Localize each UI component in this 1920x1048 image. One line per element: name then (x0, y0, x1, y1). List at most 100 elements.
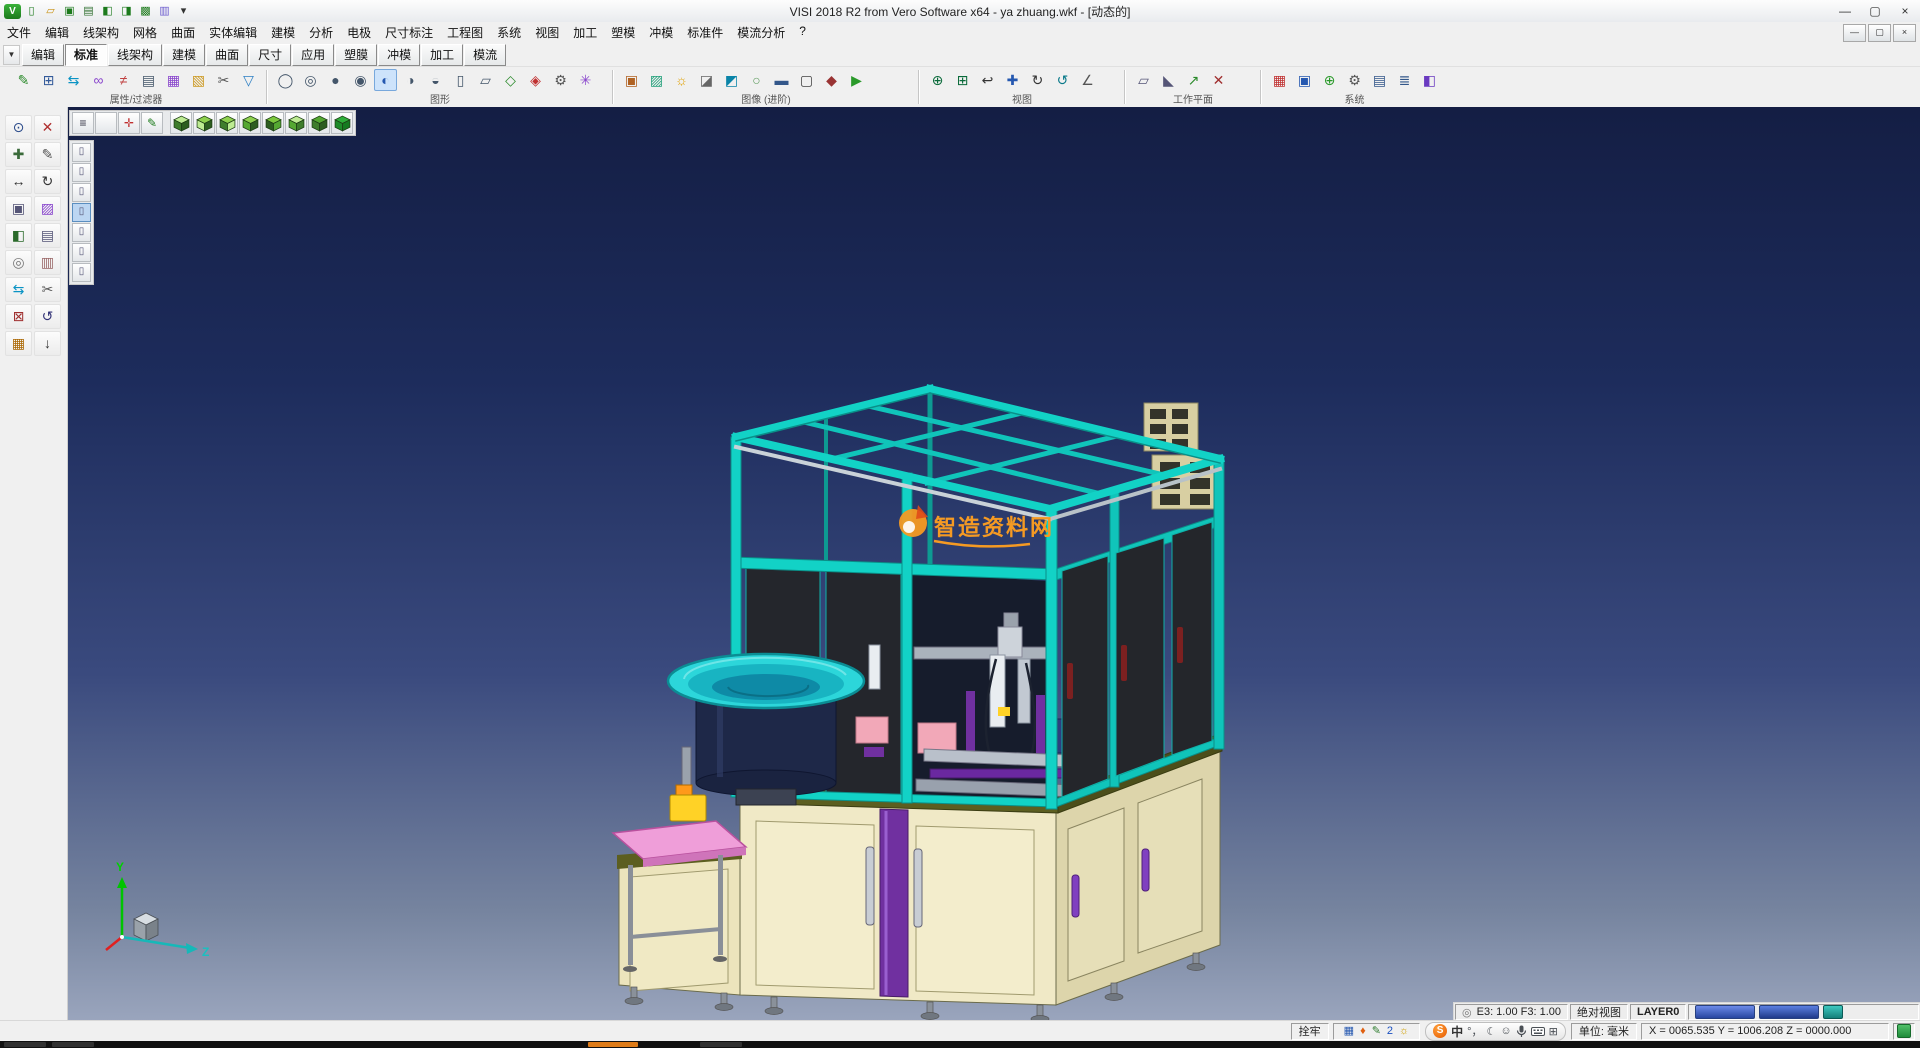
system-colors-icon[interactable]: ▦ (1268, 69, 1291, 91)
workplane-align-icon[interactable]: ◣ (1157, 69, 1180, 91)
menu-视图[interactable]: 视图 (528, 22, 566, 43)
keyboard-icon[interactable] (1531, 1026, 1545, 1037)
trim-attributes-icon[interactable]: ✂ (212, 69, 235, 91)
doc-strip-button-3[interactable]: ▯ (72, 183, 91, 202)
quick-access-dropdown-icon[interactable]: ▾ (175, 4, 192, 19)
export-icon[interactable]: ↓ (34, 331, 61, 356)
open-folder-icon[interactable]: ▱ (42, 4, 59, 19)
system-memory-icon[interactable]: ◧ (1418, 69, 1441, 91)
texture-mode-icon[interactable]: ▱ (474, 69, 497, 91)
mic-icon[interactable] (1516, 1025, 1527, 1038)
maximize-button[interactable]: ▢ (1860, 1, 1890, 22)
menu-电极[interactable]: 电极 (340, 22, 378, 43)
menu-曲面[interactable]: 曲面 (164, 22, 202, 43)
help-book-icon[interactable]: ▥ (156, 4, 173, 19)
plugin-icon[interactable] (1897, 1024, 1911, 1038)
view-menu-icon[interactable]: ≡ (72, 112, 94, 134)
view-cube-front-icon[interactable] (193, 112, 215, 134)
menu-工程图[interactable]: 工程图 (440, 22, 490, 43)
hidden-line-mode-icon[interactable]: ◎ (299, 69, 322, 91)
perspective-mode-icon[interactable]: ◇ (499, 69, 522, 91)
link-attributes-icon[interactable]: ∞ (87, 69, 110, 91)
visi-logo[interactable]: V (4, 4, 21, 19)
sheet-icon[interactable]: ▤ (34, 223, 61, 248)
animation-icon[interactable]: ▶ (845, 69, 868, 91)
render-model-icon[interactable]: ◨ (118, 4, 135, 19)
taskbar-item-active[interactable] (588, 1042, 638, 1047)
mdi-close-button[interactable]: × (1893, 24, 1916, 42)
tab-应用[interactable]: 应用 (292, 44, 334, 66)
moon-icon[interactable]: ☾ (1487, 1025, 1497, 1038)
ghost-mode-icon[interactable]: ◑ (399, 69, 422, 91)
attribute-table-icon[interactable]: ▤ (137, 69, 160, 91)
mdi-minimize-button[interactable]: — (1843, 24, 1866, 42)
cylinder-icon[interactable]: ◎ (5, 250, 32, 275)
view-cube-top-icon[interactable] (170, 112, 192, 134)
zoom-window-icon[interactable]: ⊞ (951, 69, 974, 91)
texture-icon[interactable]: ▦ (5, 331, 32, 356)
unlink-attributes-icon[interactable]: ≠ (112, 69, 135, 91)
background-icon[interactable]: ▬ (770, 69, 793, 91)
tab-线架构[interactable]: 线架构 (108, 44, 162, 66)
draft-mode-icon[interactable]: ▯ (449, 69, 472, 91)
new-file-icon[interactable]: ▯ (23, 4, 40, 19)
sketch-icon[interactable]: ✎ (34, 142, 61, 167)
emoji-icon[interactable]: ☺ (1500, 1025, 1511, 1037)
erase-icon[interactable]: ⊠ (5, 304, 32, 329)
view-cube-iso1-icon[interactable] (285, 112, 307, 134)
close-button[interactable]: × (1890, 1, 1920, 22)
system-list-icon[interactable]: ≣ (1393, 69, 1416, 91)
hint-icon[interactable]: ☼ (1399, 1024, 1409, 1039)
doc-strip-button-4[interactable]: ▯ (72, 203, 91, 222)
menu-文件[interactable]: 文件 (0, 22, 38, 43)
save-icon[interactable]: ▣ (61, 4, 78, 19)
blank-view-icon[interactable] (95, 112, 117, 134)
flame-icon[interactable]: ♦ (1360, 1024, 1366, 1039)
camera-icon[interactable]: ▢ (795, 69, 818, 91)
tabbar-dropdown-icon[interactable]: ▼ (3, 45, 20, 65)
shadow-icon[interactable]: ◪ (695, 69, 718, 91)
zoom-extents-icon[interactable]: ⊕ (926, 69, 949, 91)
refresh-view-icon[interactable]: ↺ (1051, 69, 1074, 91)
menu-编辑[interactable]: 编辑 (38, 22, 76, 43)
workplane-new-icon[interactable]: ▱ (1132, 69, 1155, 91)
minimize-button[interactable]: — (1830, 1, 1860, 22)
materials-icon[interactable]: ▩ (137, 4, 154, 19)
layer-color-chip[interactable] (1823, 1005, 1843, 1019)
taskbar-item[interactable] (4, 1042, 46, 1047)
workplane-icon[interactable]: ▣ (5, 196, 32, 221)
system-web-icon[interactable]: ⊕ (1318, 69, 1341, 91)
system-settings-icon[interactable]: ⚙ (1343, 69, 1366, 91)
undo-icon[interactable]: ↺ (34, 304, 61, 329)
layer-indicator[interactable]: LAYER0 (1630, 1004, 1686, 1020)
highlight-color-bar[interactable] (1759, 1005, 1819, 1019)
environment-icon[interactable]: ○ (745, 69, 768, 91)
filter-icon[interactable]: ▽ (237, 69, 260, 91)
menu-建模[interactable]: 建模 (264, 22, 302, 43)
tab-编辑[interactable]: 编辑 (22, 44, 64, 66)
menu-?[interactable]: ? (792, 22, 813, 43)
tab-加工[interactable]: 加工 (421, 44, 463, 66)
solid-icon[interactable]: ◧ (5, 223, 32, 248)
shaded-view-icon[interactable] (331, 112, 353, 134)
menu-塑模[interactable]: 塑模 (604, 22, 642, 43)
reflection-icon[interactable]: ◩ (720, 69, 743, 91)
menu-标准件[interactable]: 标准件 (680, 22, 730, 43)
rotate-icon[interactable]: ↻ (34, 169, 61, 194)
select-view-icon[interactable]: ✎ (141, 112, 163, 134)
trim-icon[interactable]: ✂ (34, 277, 61, 302)
view-cube-back-icon[interactable] (262, 112, 284, 134)
render-quality-icon[interactable]: ✳ (574, 69, 597, 91)
doc-strip-button-5[interactable]: ▯ (72, 223, 91, 242)
taskbar-item[interactable] (700, 1042, 742, 1047)
match-properties-icon[interactable]: ⇆ (62, 69, 85, 91)
doc-strip-button-2[interactable]: ▯ (72, 163, 91, 182)
toolbox-icon[interactable]: ⊞ (1549, 1025, 1558, 1038)
workplane-delete-icon[interactable]: ✕ (1207, 69, 1230, 91)
snap-grid-icon[interactable]: ▦ (1344, 1024, 1354, 1039)
measure-angle-icon[interactable]: ∠ (1076, 69, 1099, 91)
move-icon[interactable]: ↔ (5, 169, 32, 194)
wireframe-mode-icon[interactable]: ◯ (274, 69, 297, 91)
view-cube-right-icon[interactable] (216, 112, 238, 134)
count-badge[interactable]: 2 (1387, 1024, 1393, 1039)
